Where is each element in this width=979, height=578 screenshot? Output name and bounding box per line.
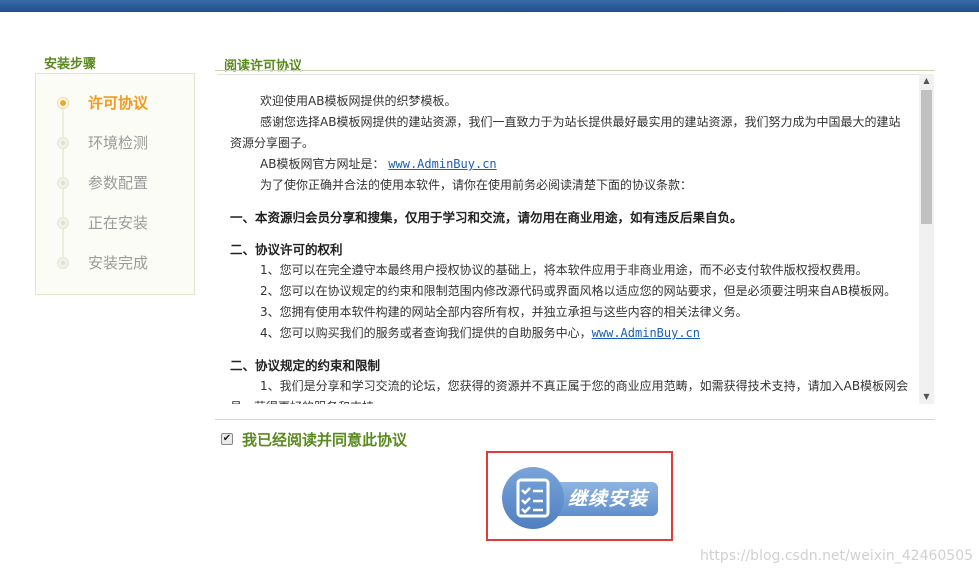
license-section-heading: 二、协议规定的约束和限制 (230, 358, 381, 373)
license-site-line: AB模板网官方网址是： www.AdminBuy.cn (230, 154, 910, 175)
license-item: 1、我们是分享和学习交流的论坛，您获得的资源并不真正属于您的商业应用范畴，如需获… (230, 379, 909, 404)
license-item: 1、您可以在完全遵守本最终用户授权协议的基础上，将本软件应用于非商业用途，而不必… (260, 263, 868, 277)
step-label: 许可协议 (88, 94, 149, 112)
watermark: https://blog.csdn.net/weixin_42460505 (700, 548, 974, 564)
license-paragraph: 感谢您选择AB模板网提供的建站资源，我们一直致力于为站长提供最好最实用的建站资源… (230, 115, 901, 150)
step-label: 安装完成 (88, 254, 149, 272)
agree-divider (215, 419, 935, 420)
license-paragraph: 欢迎使用AB模板网提供的织梦模板。 (260, 94, 457, 108)
step-dot-icon (57, 257, 69, 269)
step-dot-icon (57, 217, 69, 229)
step-label: 参数配置 (88, 174, 149, 192)
continue-install-button[interactable]: 继续安装 (502, 467, 660, 529)
license-item: 3、您拥有使用本软件构建的网站全部内容所有权，并独立承担与这些内容的相关法律义务… (260, 305, 748, 319)
scroll-up-arrow-icon[interactable]: ▲ (919, 74, 934, 88)
panel-title-divider (215, 70, 935, 71)
license-item: 2、您可以在协议规定的约束和限制范围内修改源代码或界面风格以适应您的网站要求，但… (260, 284, 897, 298)
license-content: 欢迎使用AB模板网提供的织梦模板。 感谢您选择AB模板网提供的建站资源，我们一直… (230, 91, 910, 404)
checklist-icon (502, 467, 564, 529)
site-url-link[interactable]: www.AdminBuy.cn (388, 157, 496, 171)
license-section-heading: 一、本资源归会员分享和搜集，仅用于学习和交流，请勿用在商业用途，如有违反后果自负… (230, 210, 743, 225)
license-paragraph: 为了使你正确并合法的使用本软件，请你在使用前务必阅读清楚下面的协议条款： (260, 178, 693, 192)
service-url-link[interactable]: www.AdminBuy.cn (592, 326, 700, 340)
license-textarea[interactable]: 欢迎使用AB模板网提供的织梦模板。 感谢您选择AB模板网提供的建站资源，我们一直… (218, 74, 934, 404)
top-bar (0, 0, 979, 12)
scroll-thumb[interactable] (921, 90, 932, 224)
license-section-heading: 二、协议许可的权利 (230, 242, 343, 257)
step-label: 正在安装 (88, 214, 149, 232)
agree-checkbox[interactable]: ✔ (221, 433, 233, 445)
scroll-down-arrow-icon[interactable]: ▼ (919, 390, 934, 404)
step-dot-icon (57, 177, 69, 189)
step-active-dot-icon (57, 97, 69, 109)
step-label: 环境检测 (88, 134, 149, 152)
agree-label[interactable]: 我已经阅读并同意此协议 (242, 429, 407, 450)
steps-title: 安装步骤 (44, 57, 97, 72)
panel-title: 阅读许可协议 (224, 59, 303, 74)
step-dot-icon (57, 137, 69, 149)
site-label: AB模板网官方网址是： (260, 157, 385, 171)
license-item: 4、您可以购买我们的服务或者查询我们提供的自助服务中心，www.AdminBuy… (230, 323, 910, 344)
continue-button-label: 继续安装 (568, 488, 649, 510)
license-scrollbar[interactable]: ▲ ▼ (919, 74, 934, 404)
license-item-text: 4、您可以购买我们的服务或者查询我们提供的自助服务中心， (260, 326, 592, 340)
